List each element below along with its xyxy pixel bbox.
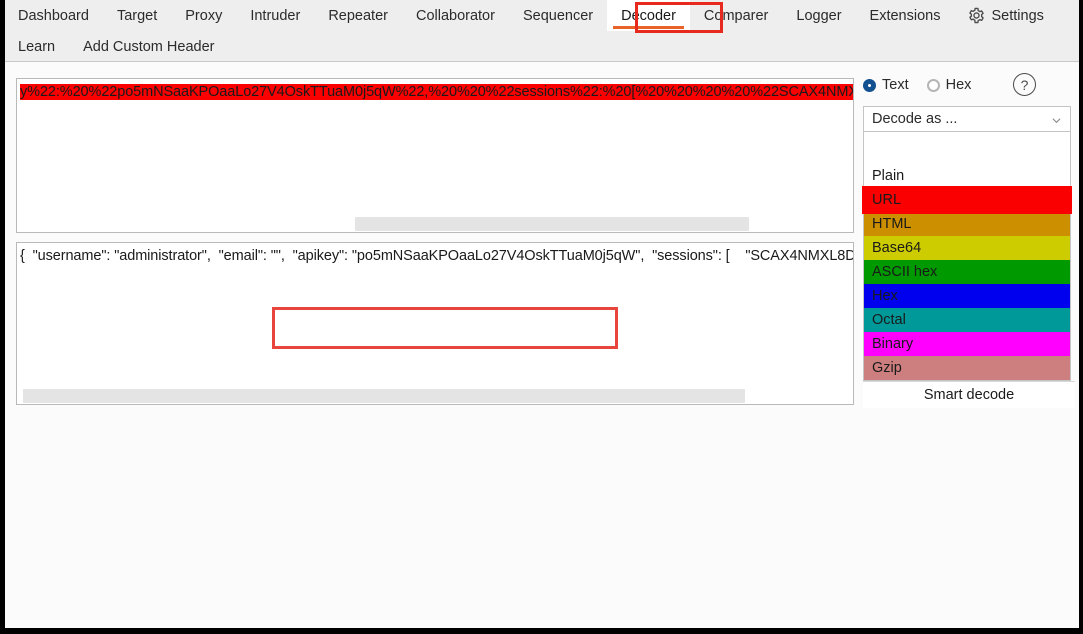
help-icon[interactable]: ?: [1013, 73, 1036, 96]
menu-item-label: Proxy: [185, 7, 223, 24]
option-base64[interactable]: Base64: [864, 236, 1070, 260]
burp-window: Dashboard Target Proxy Intruder Repeater Coll…: [5, 0, 1079, 628]
menu-item-label: Logger: [796, 7, 842, 24]
menu-item-comparer[interactable]: Comparer: [690, 0, 782, 31]
option-label: Plain: [872, 168, 905, 184]
decode-as-combobox[interactable]: Decode as ...: [863, 106, 1071, 132]
option-plain[interactable]: Plain: [864, 164, 1070, 188]
menu-item-decoder[interactable]: Decoder: [607, 0, 690, 31]
menu-item-label: Sequencer: [522, 7, 594, 24]
menu-item-repeater[interactable]: Repeater: [314, 0, 402, 31]
option-label: Gzip: [872, 360, 902, 376]
decoder-controls: Text Hex ? Decode as ... Plain URL HTML Bas…: [862, 72, 1075, 408]
menu-item-proxy[interactable]: Proxy: [171, 0, 236, 31]
output-mode-radiogroup: Text Hex ?: [863, 72, 1075, 98]
input-highlight-span: y%22:%20%22po5mNSaaKPOaaLo27V4OskTTuaM0j…: [20, 84, 853, 100]
option-label: Octal: [872, 312, 906, 328]
output-text-after: "sessions": [ "SCAX4NMXL8DR5kslyr: [652, 248, 853, 264]
menu-item-label: Decoder: [621, 7, 676, 24]
app-frame: Dashboard Target Proxy Intruder Repeater Coll…: [0, 0, 1083, 634]
option-label: Base64: [872, 240, 922, 256]
menu-item-collaborator[interactable]: Collaborator: [402, 0, 509, 31]
menu-item-label: Add Custom Header: [83, 38, 215, 55]
menu-item-learn[interactable]: Learn: [5, 31, 69, 62]
menu-item-label: Intruder: [250, 7, 301, 24]
option-label: URL: [872, 192, 902, 208]
menu-item-dashboard[interactable]: Dashboard: [5, 0, 103, 31]
smart-decode-button[interactable]: Smart decode: [863, 381, 1075, 408]
option-blank[interactable]: [864, 132, 1070, 164]
option-label: HTML: [872, 216, 912, 232]
menu-item-label: Collaborator: [415, 7, 495, 24]
menu-item-label: Comparer: [703, 7, 769, 24]
radio-text[interactable]: Text: [863, 77, 909, 93]
menu-item-label: Learn: [18, 38, 56, 55]
output-hscrollbar-thumb[interactable]: [23, 389, 745, 403]
decoder-workarea: y%22:%20%22po5mNSaaKPOaaLo27V4OskTTuaM0j…: [5, 62, 1079, 628]
menu-item-label: Settings: [991, 7, 1044, 24]
menu-item-sequencer[interactable]: Sequencer: [509, 0, 607, 31]
option-octal[interactable]: Octal: [864, 308, 1070, 332]
menu-item-settings[interactable]: Settings: [954, 0, 1057, 31]
menu-item-label: Dashboard: [18, 7, 89, 24]
output-text-before: { "username": "administrator", "email": …: [20, 248, 285, 264]
input-hscrollbar-thumb[interactable]: [355, 217, 749, 231]
radio-hex-label: Hex: [945, 77, 972, 93]
menubar-row-secondary: Learn Add Custom Header: [5, 31, 1079, 62]
radio-text-label: Text: [882, 77, 909, 93]
gear-icon: [969, 7, 985, 24]
menu-item-add-custom-header[interactable]: Add Custom Header: [69, 31, 228, 62]
output-hscrollbar[interactable]: [18, 389, 852, 403]
radio-text-dot: [863, 78, 876, 92]
decode-as-option-list[interactable]: Plain URL HTML Base64 ASCII hex Hex Octal Binar…: [862, 132, 1072, 381]
option-gzip[interactable]: Gzip: [864, 356, 1070, 380]
option-binary[interactable]: Binary: [864, 332, 1070, 356]
radio-hex-dot: [926, 78, 940, 92]
option-html[interactable]: HTML: [864, 212, 1070, 236]
menu-item-intruder[interactable]: Intruder: [236, 0, 314, 31]
decoder-output-panel[interactable]: { "username": "administrator", "email": …: [16, 242, 854, 405]
menu-item-label: Extensions: [869, 7, 941, 24]
radio-hex[interactable]: Hex: [926, 77, 972, 93]
decoder-input-text[interactable]: y%22:%20%22po5mNSaaKPOaaLo27V4OskTTuaM0j…: [20, 84, 853, 100]
menubar-row-primary: Dashboard Target Proxy Intruder Repeater Coll…: [5, 0, 1079, 31]
menu-item-label: Repeater: [328, 7, 388, 24]
output-text-apikey: "apikey": "po5mNSaaKPOaaLo27V4OskTTuaM0j…: [284, 248, 645, 264]
input-hscrollbar[interactable]: [18, 217, 852, 231]
menu-item-target[interactable]: Target: [103, 0, 171, 31]
option-label: Hex: [872, 288, 898, 304]
decode-as-label: Decode as ...: [872, 111, 958, 127]
menu-item-label: Target: [116, 7, 158, 24]
option-label: ASCII hex: [872, 264, 938, 280]
chevron-down-icon: [1052, 118, 1061, 124]
main-menubar: Dashboard Target Proxy Intruder Repeater Coll…: [5, 0, 1079, 62]
settings-icon-wrap: Settings: [968, 7, 1044, 24]
option-url[interactable]: URL: [862, 186, 1072, 214]
menu-item-logger[interactable]: Logger: [782, 0, 855, 31]
option-label: Binary: [872, 336, 914, 352]
decoder-output-text[interactable]: { "username": "administrator", "email": …: [20, 248, 853, 264]
decoder-input-panel[interactable]: y%22:%20%22po5mNSaaKPOaaLo27V4OskTTuaM0j…: [16, 78, 854, 233]
option-hex[interactable]: Hex: [864, 284, 1070, 308]
menu-item-extensions[interactable]: Extensions: [856, 0, 955, 31]
option-ascii-hex[interactable]: ASCII hex: [864, 260, 1070, 284]
